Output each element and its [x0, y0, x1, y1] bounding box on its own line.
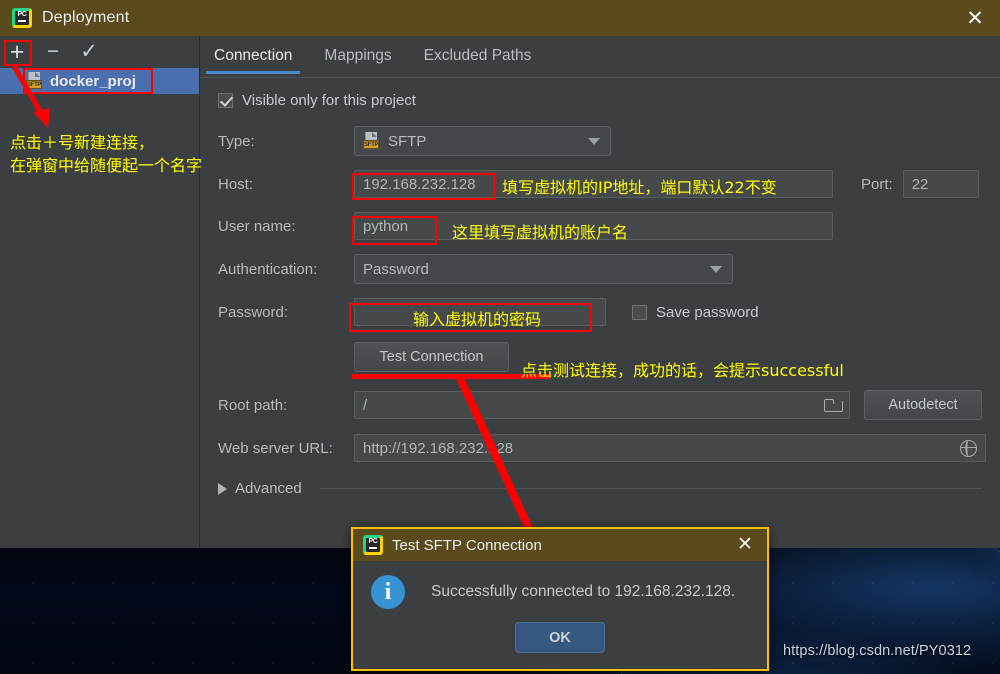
- remove-connection-button[interactable]: −: [42, 41, 64, 62]
- web-server-url-input[interactable]: http://192.168.232.128: [354, 434, 986, 462]
- type-value: SFTP: [388, 132, 427, 150]
- note-username: 这里填写虚拟机的账户名: [452, 223, 629, 242]
- advanced-label: Advanced: [235, 480, 302, 497]
- host-value: 192.168.232.128: [363, 175, 476, 193]
- connections-tree: SFTP docker_proj: [0, 68, 199, 94]
- root-path-label: Root path:: [218, 396, 288, 414]
- note-add-connection-line2: 在弹窗中给随便起一个名字: [10, 156, 203, 175]
- visible-only-checkbox[interactable]: [218, 93, 233, 108]
- type-label: Type:: [218, 132, 255, 150]
- sftp-server-icon: SFTP: [26, 72, 44, 90]
- deployment-window: PC Deployment ✕ + − ✓ SFTP docker_proj C…: [0, 0, 1000, 548]
- connection-form: Visible only for this project Type: SFTP…: [200, 74, 1000, 497]
- advanced-section[interactable]: Advanced: [218, 480, 1000, 497]
- watermark-text: https://blog.csdn.net/PY0312: [783, 643, 972, 659]
- chevron-down-icon: [588, 138, 600, 145]
- web-server-url-row: Web server URL: http://192.168.232.128: [218, 434, 1000, 462]
- dialog-title: Test SFTP Connection: [392, 536, 542, 554]
- connections-pane: + − ✓ SFTP docker_proj: [0, 36, 200, 548]
- type-row: Type: SFTP SFTP: [218, 126, 1000, 156]
- authentication-row: Authentication: Password: [218, 254, 1000, 284]
- type-select[interactable]: SFTP SFTP: [354, 126, 611, 156]
- window-body: + − ✓ SFTP docker_proj Connection Mappin…: [0, 36, 1000, 548]
- dialog-body: i Successfully connected to 192.168.232.…: [353, 561, 767, 609]
- connections-toolbar: + − ✓: [0, 36, 199, 68]
- tree-item-docker-proj[interactable]: SFTP docker_proj: [0, 68, 199, 94]
- username-label: User name:: [218, 217, 296, 235]
- tab-connection[interactable]: Connection: [205, 44, 301, 74]
- visible-only-label: Visible only for this project: [242, 92, 416, 109]
- web-server-url-label: Web server URL:: [218, 439, 333, 457]
- test-connection-button[interactable]: Test Connection: [354, 342, 509, 372]
- chevron-right-icon[interactable]: [218, 482, 227, 495]
- set-default-button[interactable]: ✓: [78, 41, 100, 62]
- root-path-input[interactable]: /: [354, 391, 850, 419]
- add-connection-button[interactable]: +: [6, 40, 28, 65]
- globe-icon[interactable]: [960, 439, 977, 457]
- advanced-divider: [319, 488, 982, 489]
- password-label: Password:: [218, 303, 289, 321]
- test-connection-dialog: PC Test SFTP Connection ✕ i Successfully…: [351, 527, 769, 671]
- page-title: Deployment: [42, 9, 130, 26]
- note-password: 输入虚拟机的密码: [413, 310, 542, 329]
- note-test-connection: 点击测试连接，成功的话，会提示successful: [521, 361, 844, 380]
- sftp-icon: SFTP: [363, 132, 381, 150]
- settings-tabs: Connection Mappings Excluded Paths: [200, 36, 1000, 78]
- autodetect-button[interactable]: Autodetect: [864, 390, 982, 420]
- host-label: Host:: [218, 175, 254, 193]
- note-add-connection-line1: 点击＋号新建连接，: [10, 133, 155, 152]
- close-icon[interactable]: ✕: [735, 534, 755, 554]
- visible-only-row: Visible only for this project: [218, 92, 1000, 109]
- dialog-title-bar: PC Test SFTP Connection ✕: [353, 529, 767, 561]
- authentication-label: Authentication:: [218, 260, 318, 278]
- note-host: 填写虚拟机的IP地址，端口默认22不变: [502, 178, 777, 197]
- root-path-row: Root path: / Autodetect: [218, 390, 1000, 420]
- tab-mappings[interactable]: Mappings: [322, 44, 393, 74]
- folder-icon[interactable]: [824, 398, 843, 412]
- authentication-value: Password: [363, 260, 429, 278]
- password-row: Password: Save password: [218, 298, 1000, 326]
- port-value: 22: [911, 175, 929, 193]
- dialog-message: Successfully connected to 192.168.232.12…: [431, 583, 736, 600]
- pycharm-logo-icon: PC: [12, 8, 32, 28]
- tab-excluded-paths[interactable]: Excluded Paths: [422, 44, 534, 74]
- web-server-url-value: http://192.168.232.128: [363, 439, 514, 457]
- window-title-bar: PC Deployment ✕: [0, 0, 1000, 36]
- connection-settings-pane: Connection Mappings Excluded Paths Visib…: [200, 36, 1000, 548]
- info-icon: i: [371, 575, 405, 609]
- save-password-label: Save password: [656, 303, 759, 321]
- username-value: python: [363, 217, 409, 235]
- close-icon[interactable]: ✕: [964, 7, 986, 29]
- ok-button[interactable]: OK: [515, 622, 605, 653]
- dialog-footer: OK: [353, 622, 767, 653]
- screen-root: https://blog.csdn.net/PY0312 PC Deployme…: [0, 0, 1000, 674]
- pycharm-logo-icon: PC: [363, 535, 383, 555]
- port-input[interactable]: 22: [902, 170, 979, 198]
- root-path-value: /: [363, 396, 368, 414]
- authentication-select[interactable]: Password: [354, 254, 733, 284]
- tree-item-label: docker_proj: [50, 72, 136, 90]
- chevron-down-icon: [710, 266, 722, 273]
- port-label: Port:: [861, 175, 893, 193]
- save-password-checkbox[interactable]: [632, 304, 647, 320]
